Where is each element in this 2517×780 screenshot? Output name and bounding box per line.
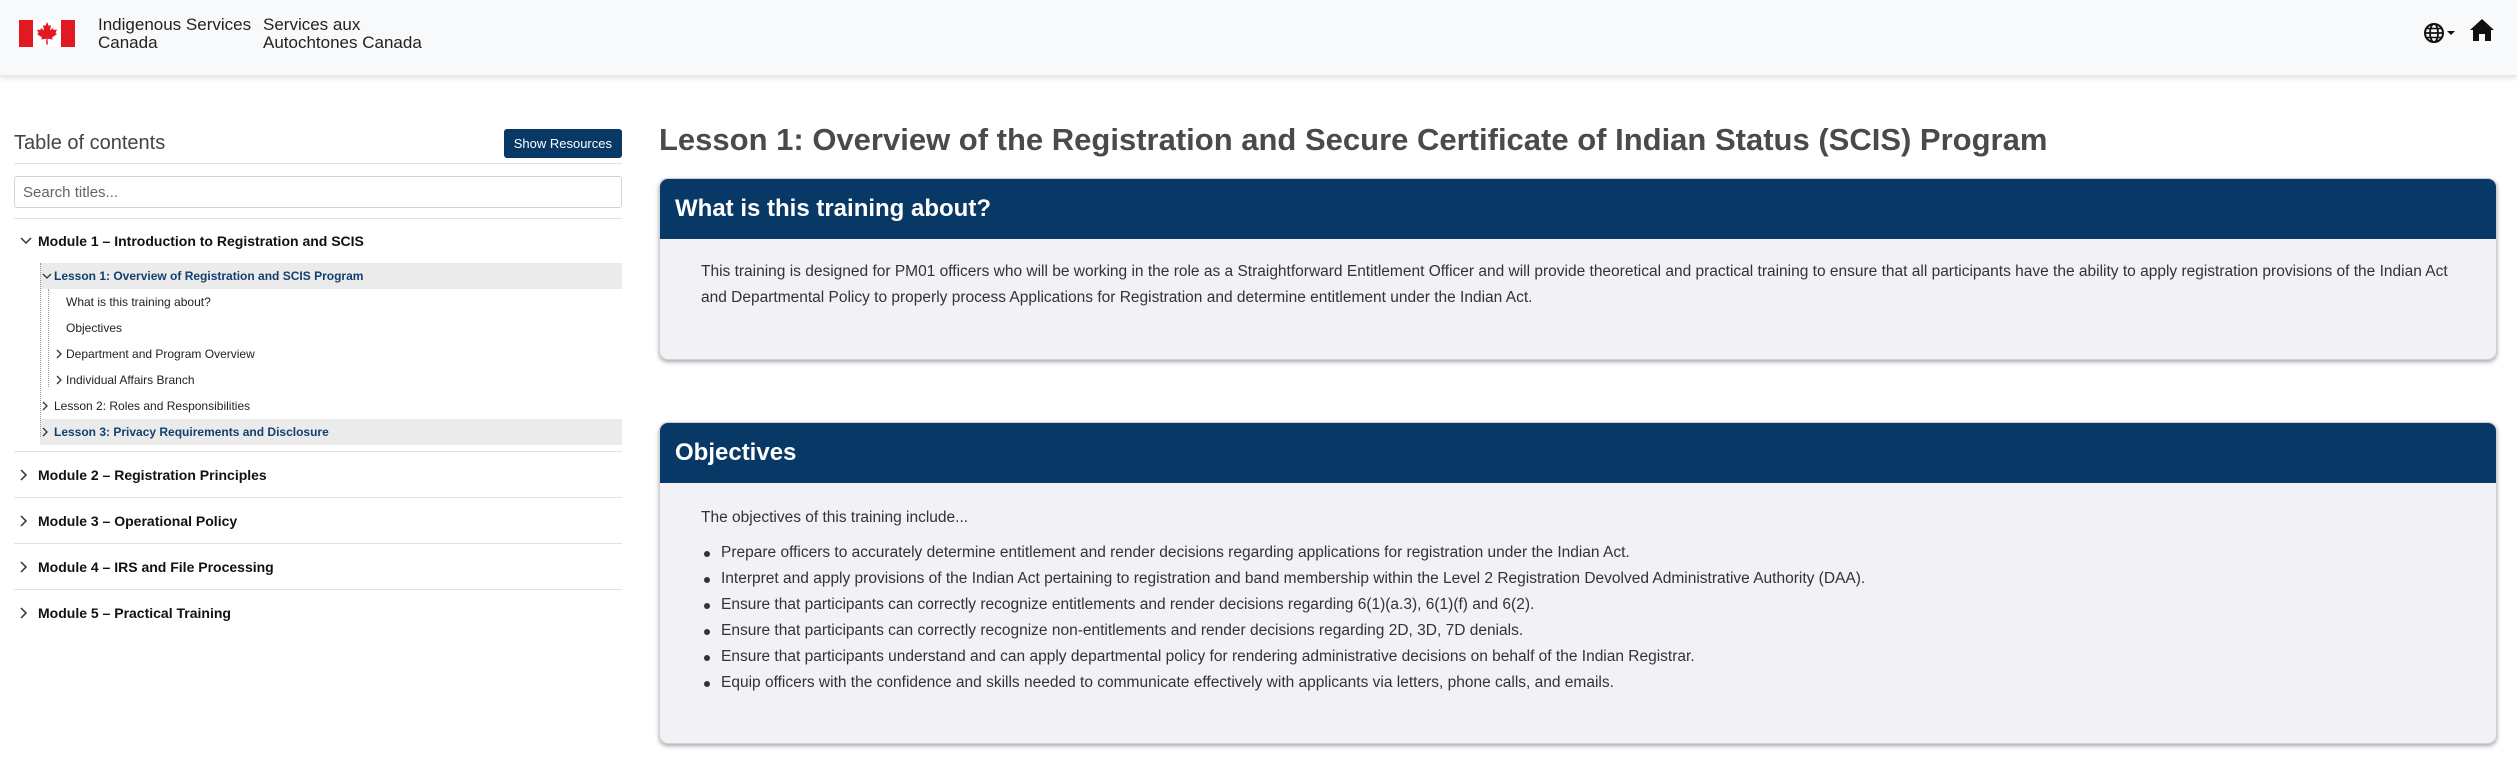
lesson-item-1[interactable]: Lesson 1: Overview of Registration and S… [40,263,622,289]
chevron-right-icon [20,560,38,573]
list-item: Ensure that participants can correctly r… [701,592,2456,618]
module-label: Module 2 – Registration Principles [38,466,267,483]
dept-en-line2: Canada [98,33,158,52]
lesson-list: Lesson 1: Overview of Registration and S… [40,263,622,445]
lesson-label: Lesson 2: Roles and Responsibilities [54,399,251,413]
section-label: Objectives [66,321,123,335]
list-item: Ensure that participants can correctly r… [701,618,2456,644]
section-list: What is this training about? Objectives … [48,289,622,393]
department-name-english: Indigenous Services Canada [98,16,251,52]
section-label: Individual Affairs Branch [66,373,195,387]
globe-icon [2424,22,2444,43]
module-item-1[interactable]: Module 1 – Introduction to Registration … [14,219,622,263]
list-item: Interpret and apply provisions of the In… [701,566,2456,592]
module-label: Module 1 – Introduction to Registration … [38,233,364,249]
module-item-5[interactable]: Module 5 – Practical Training [14,590,622,636]
maple-leaf-icon [37,22,57,45]
dept-en-line1: Indigenous Services [98,15,252,34]
module-label: Module 4 – IRS and File Processing [38,558,274,575]
lesson-item-3[interactable]: Lesson 3: Privacy Requirements and Discl… [40,419,622,445]
section-label: Department and Program Overview [66,347,255,361]
chevron-right-icon [56,375,66,385]
search-titles-input[interactable] [14,176,622,208]
list-item: Prepare officers to accurately determine… [701,540,2456,566]
section-item-training-about[interactable]: What is this training about? [54,289,622,315]
chevron-down-icon [42,273,54,280]
chevron-right-icon [20,514,38,527]
section-item-objectives[interactable]: Objectives [54,315,622,341]
objectives-list: Prepare officers to accurately determine… [701,540,2456,696]
list-item: Ensure that participants understand and … [701,644,2456,670]
section-label: What is this training about? [66,295,211,309]
module-label: Module 3 – Operational Policy [38,512,238,529]
section-item-individual-affairs[interactable]: Individual Affairs Branch [54,367,622,393]
site-header: Indigenous Services Canada Services aux … [0,0,2517,76]
toc-tree: Module 1 – Introduction to Registration … [14,219,622,636]
card-heading: Objectives [660,423,2496,483]
dept-fr-line1: Services aux [263,15,361,34]
canada-flag-logo [19,20,75,47]
chevron-right-icon [56,349,66,359]
chevron-right-icon [42,427,54,437]
module-item-2[interactable]: Module 2 – Registration Principles [14,452,622,498]
card-body: The objectives of this training include.… [660,483,2496,743]
lesson-label: Lesson 1: Overview of Registration and S… [54,269,364,283]
module-1-block: Module 1 – Introduction to Registration … [14,219,622,452]
about-paragraph: This training is designed for PM01 offic… [701,263,2448,306]
objectives-intro: The objectives of this training include.… [701,509,969,526]
search-wrapper [14,176,622,219]
toc-title: Table of contents [14,132,166,154]
objectives-card: Objectives The objectives of this traini… [659,422,2497,744]
page-title: Lesson 1: Overview of the Registration a… [659,122,2048,157]
module-label: Module 5 – Practical Training [38,605,231,621]
card-heading: What is this training about? [660,179,2496,239]
home-button[interactable] [2469,18,2495,47]
lesson-item-2[interactable]: Lesson 2: Roles and Responsibilities [40,393,622,419]
home-icon [2470,19,2494,41]
dept-fr-line2: Autochtones Canada [263,33,422,52]
chevron-right-icon [42,401,54,411]
caret-down-icon [2447,30,2455,35]
header-actions [2423,18,2495,47]
chevron-right-icon [20,468,38,481]
lesson-label: Lesson 3: Privacy Requirements and Discl… [54,425,329,439]
language-dropdown[interactable] [2423,22,2455,44]
show-resources-button[interactable]: Show Resources [503,129,622,158]
list-item: Equip officers with the confidence and s… [701,670,2456,696]
lesson-content: Lesson 1: Overview of the Registration a… [659,118,2497,744]
section-item-department-overview[interactable]: Department and Program Overview [54,341,622,367]
module-item-3[interactable]: Module 3 – Operational Policy [14,498,622,544]
department-name-french: Services aux Autochtones Canada [263,16,422,52]
card-body: This training is designed for PM01 offic… [660,239,2496,359]
chevron-down-icon [20,237,38,245]
table-of-contents-panel: Table of contents Show Resources Module … [14,129,622,636]
toc-header: Table of contents Show Resources [14,129,622,164]
chevron-right-icon [20,607,38,619]
training-about-card: What is this training about? This traini… [659,178,2497,360]
module-item-4[interactable]: Module 4 – IRS and File Processing [14,544,622,590]
